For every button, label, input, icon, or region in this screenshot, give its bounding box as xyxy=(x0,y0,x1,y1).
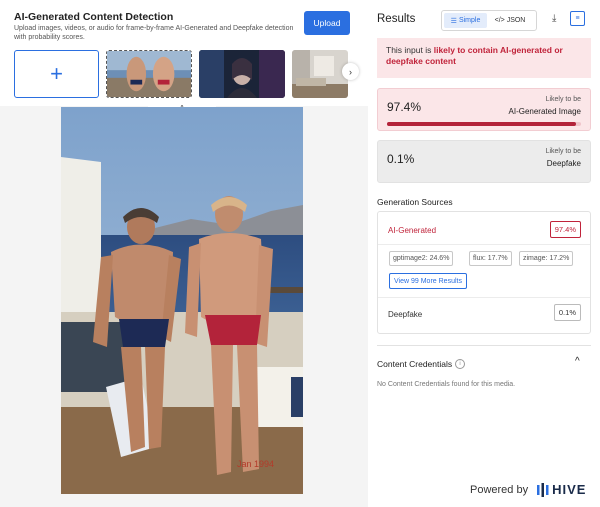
gallery-next-button[interactable]: › xyxy=(342,63,359,80)
divider xyxy=(377,345,591,346)
ai-generated-name: AI-Generated Image xyxy=(508,107,581,116)
analyzed-photo-illustration: Jan 1994 xyxy=(61,107,303,494)
ai-generated-likely-label: Likely to be xyxy=(545,96,581,103)
upload-panel: AI-Generated Content Detection Upload im… xyxy=(0,0,368,507)
thumbnail-neon-image xyxy=(199,50,285,98)
report-icon[interactable]: ≡ xyxy=(570,11,585,26)
verdict-prefix: This input is xyxy=(386,45,434,55)
results-title: Results xyxy=(377,13,416,25)
ai-generated-bar xyxy=(387,122,581,126)
thumbnail-beach-photo[interactable] xyxy=(106,50,192,98)
deepfake-likely-label: Likely to be xyxy=(545,148,581,155)
content-credentials-title: Content Credentials xyxy=(377,359,453,369)
thumbnail-neon-portrait[interactable] xyxy=(199,50,285,98)
gen-ai-label: AI-Generated xyxy=(388,226,437,235)
gen-deepfake-value: 0.1% xyxy=(553,304,581,321)
divider xyxy=(378,297,590,298)
thumbnail-interior-photo[interactable] xyxy=(292,50,348,98)
deepfake-percent: 0.1% xyxy=(387,152,415,166)
source-chip-flux: flux: 17.7% xyxy=(469,251,512,266)
collapse-credentials-chevron-icon[interactable]: ^ xyxy=(575,356,580,367)
verdict-banner: This input is likely to contain AI-gener… xyxy=(377,38,591,78)
powered-by-label: Powered by xyxy=(470,483,529,496)
generation-sources-box: AI-Generated 97.4% gptimage2: 24.6% flux… xyxy=(377,211,591,334)
page-title: AI-Generated Content Detection xyxy=(14,11,174,23)
gen-deepfake-label: Deepfake xyxy=(388,310,423,319)
simple-view-icon: ☰ xyxy=(450,17,457,25)
results-panel: Results ☰ Simple </> JSON ⤓ ≡ This input… xyxy=(368,0,600,507)
plus-icon: + xyxy=(50,61,63,86)
generation-sources-title: Generation Sources xyxy=(377,197,453,207)
powered-by: Powered by HIVE xyxy=(470,482,586,497)
hive-brand-text: HIVE xyxy=(552,482,587,497)
view-mode-toggle: ☰ Simple </> JSON xyxy=(441,10,537,31)
json-view-button[interactable]: </> JSON xyxy=(487,13,533,28)
hive-logo-icon xyxy=(537,482,549,497)
thumbnail-interior-image xyxy=(292,50,348,98)
upload-header: AI-Generated Content Detection Upload im… xyxy=(0,0,368,106)
page-subtitle: Upload images, videos, or audio for fram… xyxy=(14,25,294,41)
ai-generated-percent: 97.4% xyxy=(387,100,422,114)
divider xyxy=(378,244,590,245)
ai-generated-bar-fill xyxy=(387,122,576,126)
info-icon[interactable]: i xyxy=(455,359,465,369)
svg-text:Jan 1994: Jan 1994 xyxy=(237,459,274,469)
source-chip-gptimage2: gptimage2: 24.6% xyxy=(389,251,454,266)
simple-view-label: Simple xyxy=(458,17,481,24)
upload-button[interactable]: Upload xyxy=(304,11,350,35)
analyzed-image: Jan 1994 xyxy=(61,107,303,494)
download-icon[interactable]: ⤓ xyxy=(552,13,556,24)
thumbnail-beach-image xyxy=(107,51,191,97)
chevron-right-icon: › xyxy=(349,66,352,77)
simple-view-button[interactable]: ☰ Simple xyxy=(444,13,487,28)
deepfake-name: Deepfake xyxy=(546,159,581,168)
gen-ai-value: 97.4% xyxy=(549,221,581,238)
source-chip-zimage: zimage: 17.2% xyxy=(519,251,574,266)
add-media-tile[interactable]: + xyxy=(14,50,99,98)
deepfake-card: 0.1% Likely to be Deepfake xyxy=(377,140,591,183)
content-credentials-text: No Content Credentials found for this me… xyxy=(377,381,516,388)
ai-generated-card: 97.4% Likely to be AI-Generated Image xyxy=(377,88,591,131)
hive-logo[interactable]: HIVE xyxy=(537,482,586,497)
view-more-results-button[interactable]: View 99 More Results xyxy=(389,273,467,289)
